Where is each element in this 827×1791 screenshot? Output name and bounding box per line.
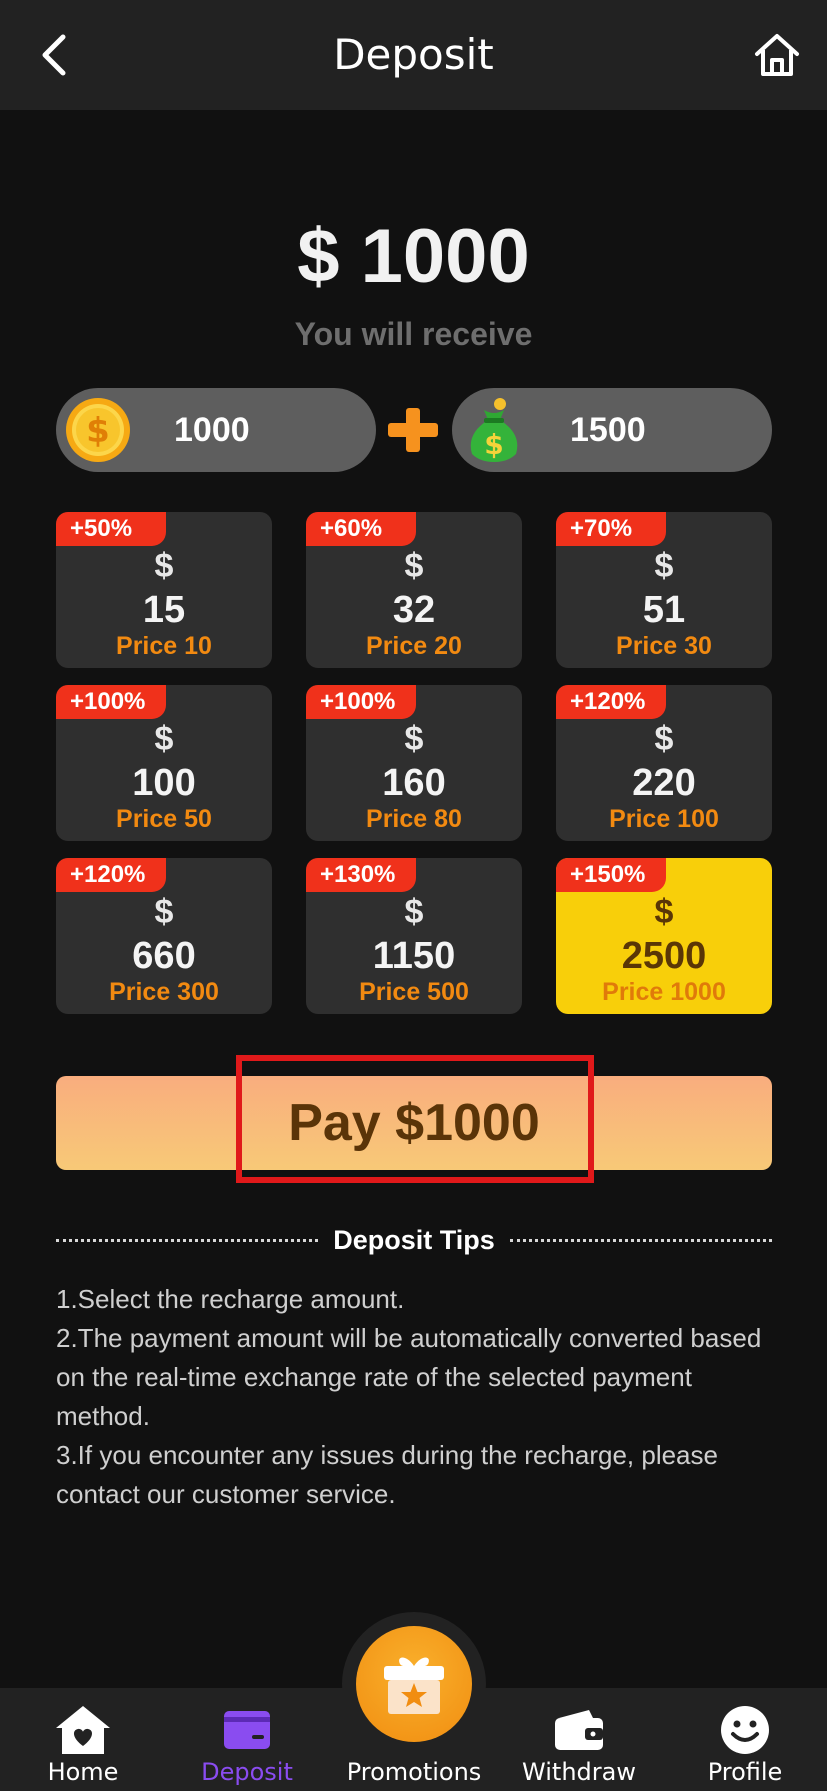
coins-pill: $ 1000	[56, 388, 376, 472]
plus-icon	[388, 408, 438, 452]
package-amount: 220	[632, 762, 696, 804]
package-bonus-badge: +60%	[306, 512, 416, 546]
package-amount: 660	[132, 935, 196, 977]
package-bonus-badge: +120%	[556, 685, 666, 719]
deposit-amount: $ 1000	[297, 214, 530, 299]
promotions-button[interactable]	[356, 1626, 472, 1742]
wallet-icon	[549, 1702, 609, 1758]
nav-withdraw-label: Withdraw	[522, 1758, 636, 1786]
package-card[interactable]: +130% $1150 Price 500	[306, 858, 522, 1014]
package-price: Price 100	[609, 805, 719, 833]
package-currency: $	[154, 893, 174, 931]
package-card[interactable]: +120% $220 Price 100	[556, 685, 772, 841]
package-card[interactable]: +50% $15 Price 10	[56, 512, 272, 668]
money-bag-icon: $	[470, 398, 518, 462]
nav-promotions-label: Promotions	[346, 1758, 482, 1786]
home-heart-icon	[53, 1702, 113, 1758]
nav-withdraw[interactable]: Withdraw	[504, 1688, 654, 1791]
package-card[interactable]: +60% $32 Price 20	[306, 512, 522, 668]
package-price: Price 300	[109, 978, 219, 1006]
home-outline-icon	[755, 34, 799, 76]
package-bonus-badge: +120%	[56, 858, 166, 892]
package-card[interactable]: +70% $51 Price 30	[556, 512, 772, 668]
package-currency: $	[154, 547, 174, 585]
package-price: Price 1000	[602, 978, 726, 1006]
package-amount: 100	[132, 762, 196, 804]
package-price: Price 20	[366, 632, 462, 660]
package-price: Price 500	[359, 978, 469, 1006]
gold-coin-icon: $	[66, 398, 130, 462]
pay-button[interactable]: Pay $1000	[56, 1076, 772, 1170]
tip-line: 2.The payment amount will be automatical…	[56, 1323, 762, 1431]
header-bar: Deposit	[0, 0, 827, 110]
tips-heading: Deposit Tips	[56, 1222, 772, 1258]
package-currency: $	[404, 893, 424, 931]
divider-right	[510, 1239, 772, 1242]
nav-deposit[interactable]: Deposit	[172, 1688, 322, 1791]
package-bonus-badge: +130%	[306, 858, 416, 892]
package-price: Price 80	[366, 805, 462, 833]
package-bonus-badge: +70%	[556, 512, 666, 546]
package-amount: 15	[142, 589, 186, 631]
wallet-card-icon	[217, 1702, 277, 1758]
bonus-pill: $ 1500	[452, 388, 772, 472]
package-card[interactable]: +100% $100 Price 50	[56, 685, 272, 841]
svg-text:$: $	[86, 411, 110, 451]
package-card[interactable]: +150% $2500 Price 1000	[556, 858, 772, 1014]
package-currency: $	[154, 720, 174, 758]
pay-button-label: Pay $1000	[288, 1094, 540, 1152]
nav-deposit-label: Deposit	[201, 1758, 293, 1786]
package-currency: $	[654, 893, 674, 931]
coins-value: 1000	[174, 411, 250, 449]
nav-home-label: Home	[47, 1758, 119, 1786]
package-amount: 160	[382, 762, 446, 804]
package-currency: $	[654, 547, 674, 585]
package-price: Price 30	[616, 632, 712, 660]
package-card[interactable]: +120% $660 Price 300	[56, 858, 272, 1014]
gift-star-icon	[384, 1657, 444, 1714]
package-bonus-badge: +100%	[56, 685, 166, 719]
package-currency: $	[404, 720, 424, 758]
package-amount: 2500	[621, 935, 707, 977]
package-grid: +50% $15 Price 10 +60% $32 Price 20 +70% $51 Pri…	[56, 512, 772, 1014]
package-bonus-badge: +100%	[306, 685, 416, 719]
tip-line: 1.Select the recharge amount.	[56, 1284, 405, 1314]
bonus-value: 1500	[570, 411, 646, 449]
package-bonus-badge: +50%	[56, 512, 166, 546]
page-title: Deposit	[333, 30, 494, 79]
nav-profile-label: Profile	[707, 1758, 783, 1786]
home-button[interactable]	[749, 28, 805, 82]
package-price: Price 50	[116, 805, 212, 833]
package-price: Price 10	[116, 632, 212, 660]
smiley-icon	[715, 1702, 775, 1758]
package-bonus-badge: +150%	[556, 858, 666, 892]
package-currency: $	[404, 547, 424, 585]
package-amount: 1150	[372, 935, 456, 977]
package-currency: $	[654, 720, 674, 758]
svg-text:$: $	[484, 428, 503, 461]
tips-list: 1.Select the recharge amount. 2.The paym…	[56, 1280, 772, 1514]
nav-profile[interactable]: Profile	[670, 1688, 820, 1791]
package-amount: 51	[642, 589, 686, 631]
package-card[interactable]: +100% $160 Price 80	[306, 685, 522, 841]
package-amount: 32	[392, 589, 436, 631]
nav-home[interactable]: Home	[8, 1688, 158, 1791]
tip-line: 3.If you encounter any issues during the…	[56, 1440, 718, 1509]
receive-label: You will receive	[294, 316, 533, 352]
